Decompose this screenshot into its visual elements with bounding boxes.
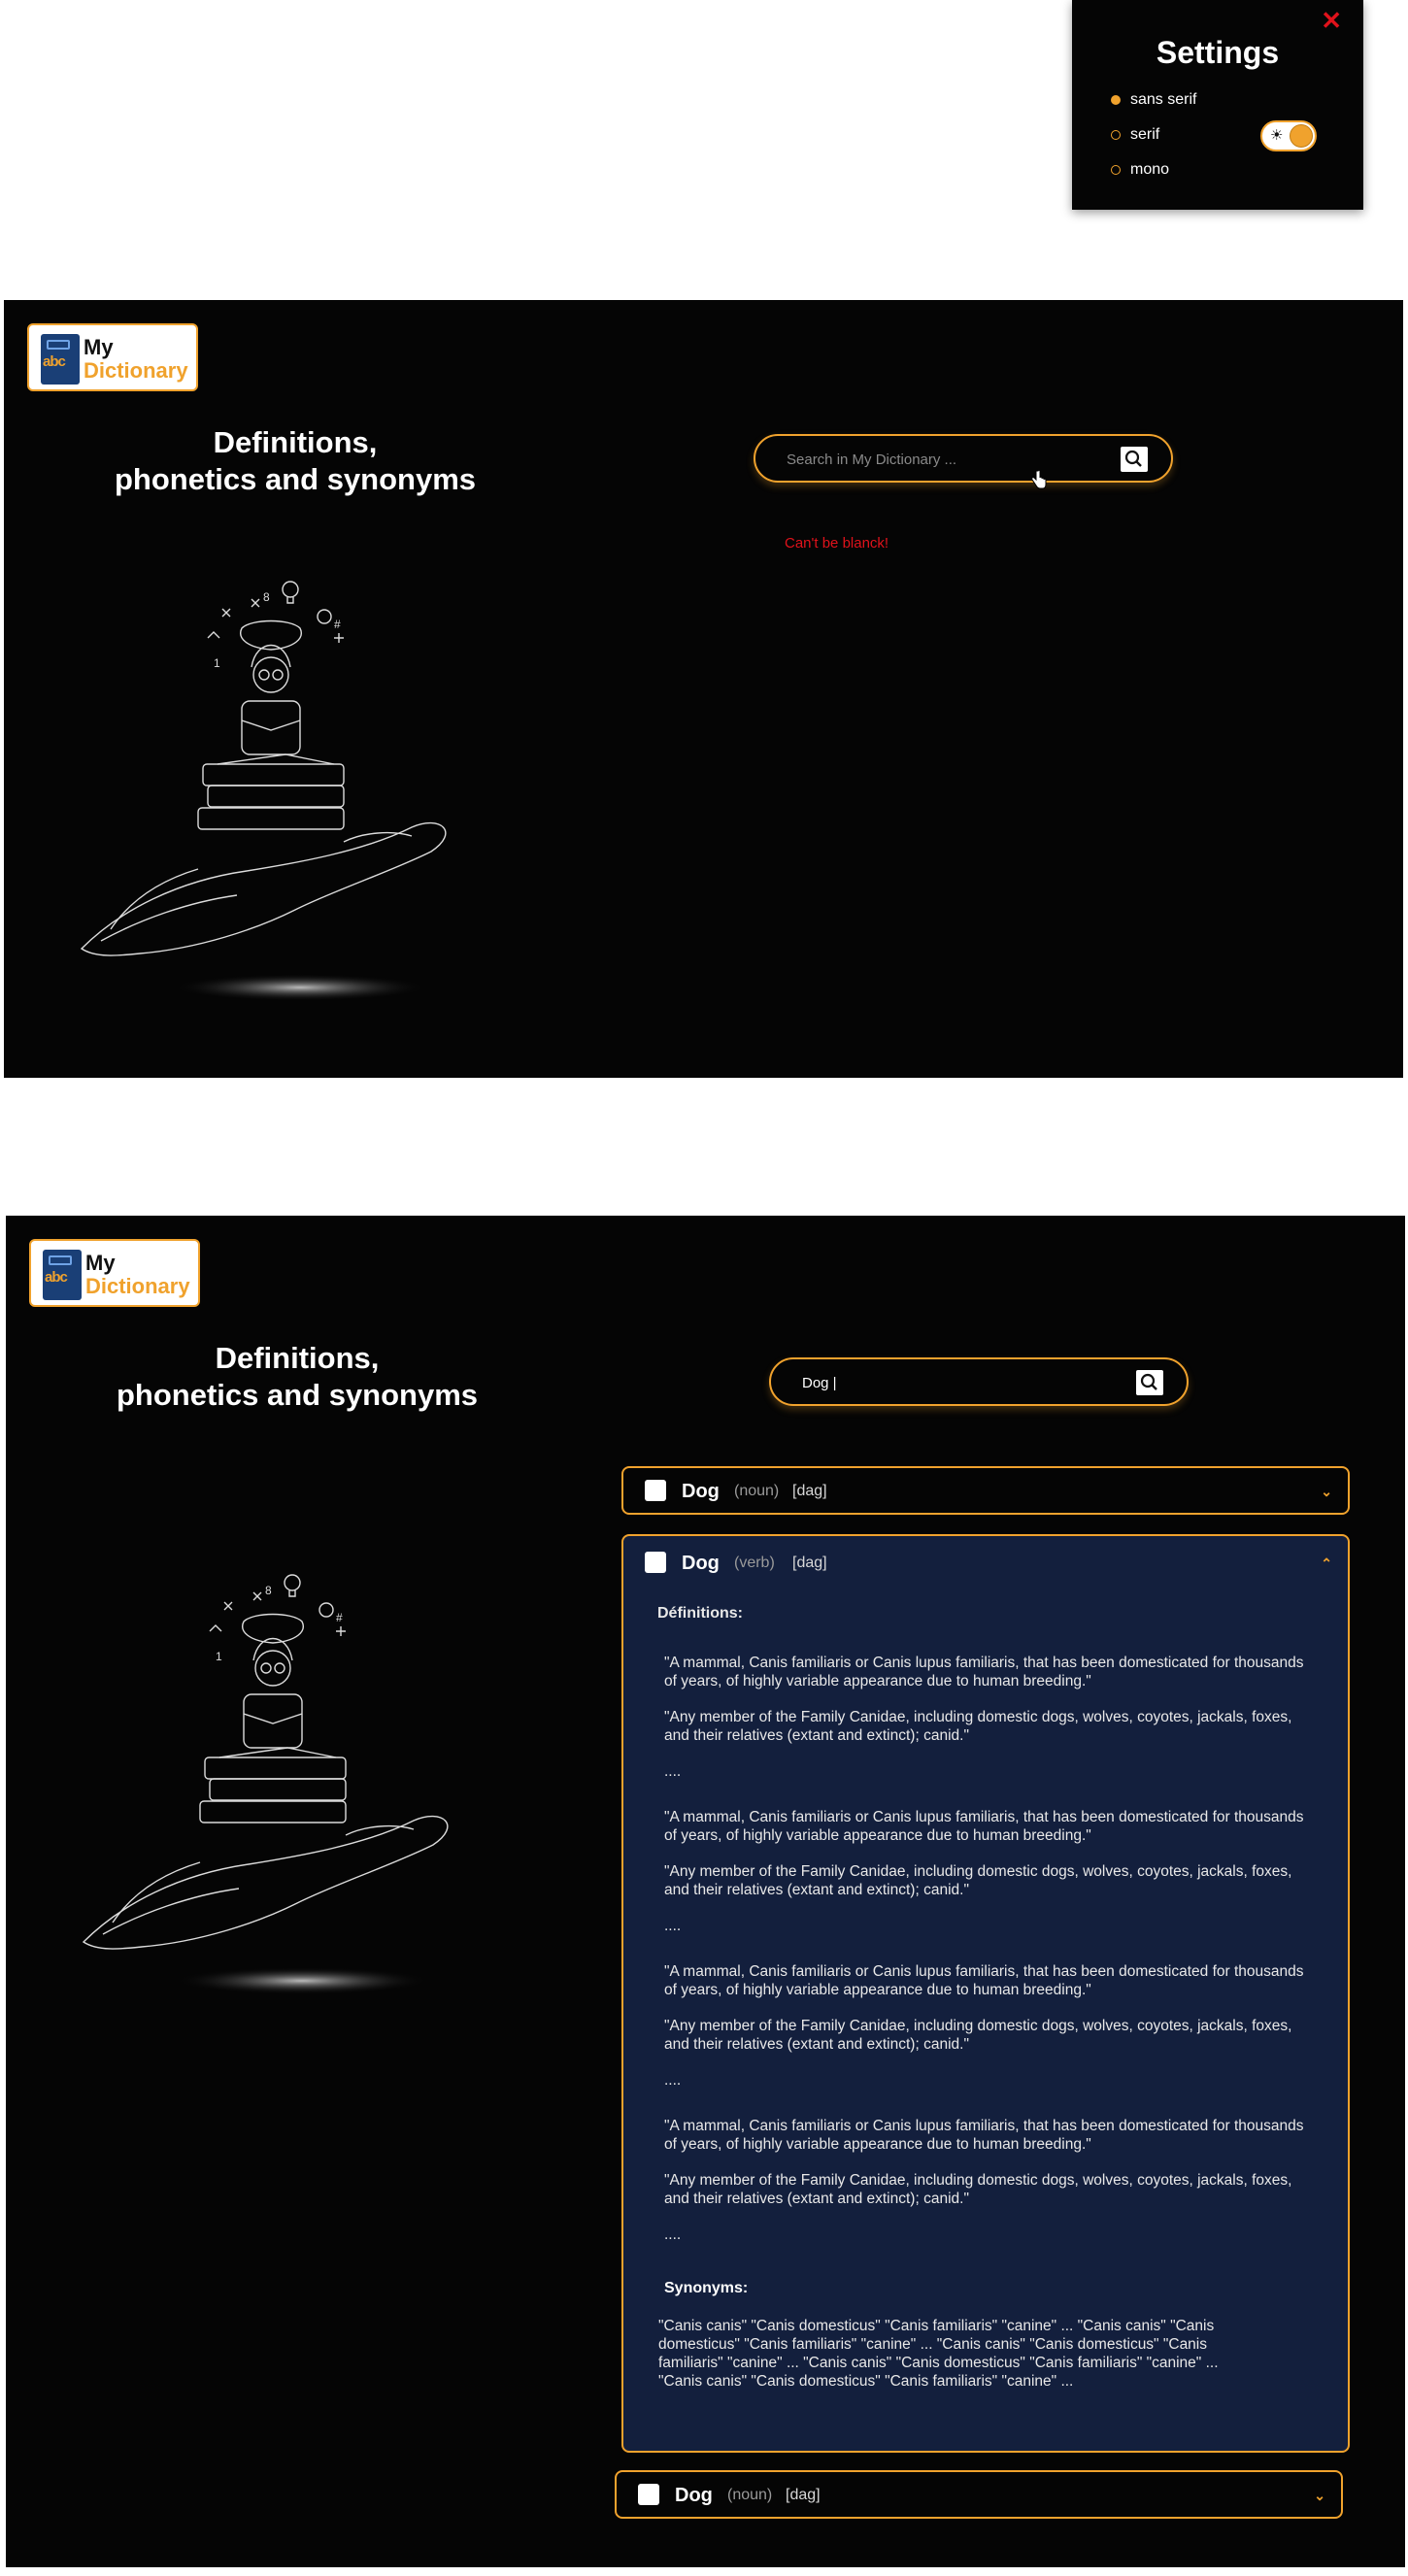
- book-icon: abc: [43, 1250, 82, 1300]
- font-option-mono[interactable]: mono: [1111, 161, 1169, 179]
- definition-item: "Any member of the Family Canidae, inclu…: [664, 1709, 1292, 1744]
- search-bar: [769, 1357, 1189, 1406]
- radio-icon: [1111, 130, 1121, 140]
- search-bar: [754, 434, 1173, 483]
- close-settings-button[interactable]: ✕: [1321, 6, 1342, 36]
- definitions-label: Définitions:: [657, 1605, 743, 1622]
- reading-on-books-illustration: 8 # 1: [82, 1574, 449, 1994]
- entry-part-of-speech: (verb): [734, 1555, 775, 1571]
- search-icon: [1124, 450, 1142, 467]
- toggle-knob: [1290, 124, 1313, 148]
- definition-item: "A mammal, Canis familiaris or Canis lup…: [664, 1963, 1304, 1998]
- definition-item: ....: [664, 1763, 682, 1780]
- speaker-icon[interactable]: [645, 1480, 666, 1501]
- app-logo[interactable]: abc My Dictionary: [27, 323, 198, 391]
- definition-item: "Any member of the Family Canidae, inclu…: [664, 1863, 1292, 1898]
- logo-text-my: My: [85, 1251, 116, 1275]
- definition-item: "A mammal, Canis familiaris or Canis lup…: [664, 1809, 1304, 1844]
- synonyms-text: "Canis canis" "Canis domesticus" "Canis …: [658, 2318, 1219, 2390]
- svg-text:#: #: [334, 618, 341, 631]
- app-logo[interactable]: abc My Dictionary: [29, 1239, 200, 1307]
- entry-phonetic: [dag]: [792, 1483, 827, 1499]
- entry-phonetic: [dag]: [792, 1555, 827, 1571]
- search-button[interactable]: [1121, 447, 1148, 472]
- definition-item: "Any member of the Family Canidae, inclu…: [664, 2172, 1292, 2207]
- settings-title: Settings: [1156, 35, 1280, 70]
- hand-cursor-icon: [1031, 470, 1047, 489]
- reading-on-books-illustration: 8 # 1: [80, 581, 447, 1001]
- entry-word: Dog: [682, 1552, 720, 1574]
- chevron-down-icon[interactable]: ⌄: [1321, 1484, 1332, 1500]
- chevron-up-icon[interactable]: ⌃: [1321, 1556, 1332, 1572]
- entry-dog-noun[interactable]: Dog (noun) [dag] ⌄: [621, 1466, 1350, 1515]
- speaker-icon[interactable]: [645, 1552, 666, 1573]
- svg-text:1: 1: [216, 1650, 222, 1663]
- entry-dog-noun-2[interactable]: Dog (noun) [dag] ⌄: [615, 2470, 1343, 2519]
- definition-item: ....: [664, 1918, 682, 1934]
- definition-item: ....: [664, 2226, 682, 2243]
- font-option-label: sans serif: [1130, 91, 1197, 108]
- synonyms-section: Synonyms: "Canis canis" "Canis domesticu…: [623, 2280, 1348, 2391]
- chevron-down-icon[interactable]: ⌄: [1314, 2488, 1325, 2504]
- hero-title: Definitions, phonetics and synonyms: [114, 425, 477, 496]
- logo-text-dictionary: Dictionary: [84, 358, 188, 383]
- definition-item: "A mammal, Canis familiaris or Canis lup…: [664, 2118, 1304, 2153]
- entry-phonetic: [dag]: [786, 2487, 821, 2503]
- font-option-label: mono: [1130, 161, 1170, 178]
- search-input[interactable]: [800, 1371, 1111, 1394]
- speaker-icon[interactable]: [638, 2484, 659, 2505]
- search-input[interactable]: [785, 448, 1095, 471]
- theme-toggle[interactable]: ☀: [1260, 120, 1317, 151]
- font-option-sans-serif[interactable]: sans serif: [1111, 91, 1196, 109]
- definition-item: ....: [664, 2072, 682, 2089]
- settings-panel: ✕ Settings sans serif serif mono ☀: [1072, 0, 1363, 210]
- definitions-section: Définitions: "A mammal, Canis familiaris…: [623, 1604, 1348, 2271]
- definition-item: "Any member of the Family Canidae, inclu…: [664, 2018, 1292, 2053]
- app-screen-empty-search: abc My Dictionary Definitions, phonetics…: [4, 300, 1403, 1078]
- svg-text:1: 1: [214, 656, 220, 670]
- font-option-label: serif: [1130, 126, 1160, 143]
- svg-text:8: 8: [263, 590, 270, 604]
- entry-word: Dog: [682, 1480, 720, 1502]
- logo-text-dictionary: Dictionary: [85, 1274, 190, 1298]
- definition-item: "A mammal, Canis familiaris or Canis lup…: [664, 1655, 1304, 1689]
- app-screen-results: abc My Dictionary Definitions, phonetics…: [6, 1216, 1405, 2567]
- radio-icon: [1111, 165, 1121, 175]
- search-button[interactable]: [1136, 1370, 1163, 1395]
- font-option-serif[interactable]: serif: [1111, 126, 1159, 144]
- radio-selected-icon: [1111, 95, 1121, 105]
- entry-word: Dog: [675, 2484, 713, 2506]
- search-icon: [1140, 1373, 1157, 1390]
- entry-part-of-speech: (noun): [734, 1483, 780, 1499]
- hero-title: Definitions, phonetics and synonyms: [116, 1341, 479, 1412]
- synonyms-label: Synonyms:: [664, 2280, 749, 2296]
- search-error-message: Can't be blanck!: [785, 535, 889, 552]
- sun-icon: ☀: [1270, 127, 1284, 144]
- entry-part-of-speech: (noun): [727, 2487, 773, 2503]
- entry-dog-verb: Dog (verb) [dag] ⌃ Définitions: "A mamma…: [621, 1534, 1350, 2453]
- book-icon: abc: [41, 334, 80, 385]
- logo-text-my: My: [84, 335, 114, 359]
- svg-text:8: 8: [265, 1584, 272, 1597]
- svg-text:#: #: [336, 1611, 343, 1624]
